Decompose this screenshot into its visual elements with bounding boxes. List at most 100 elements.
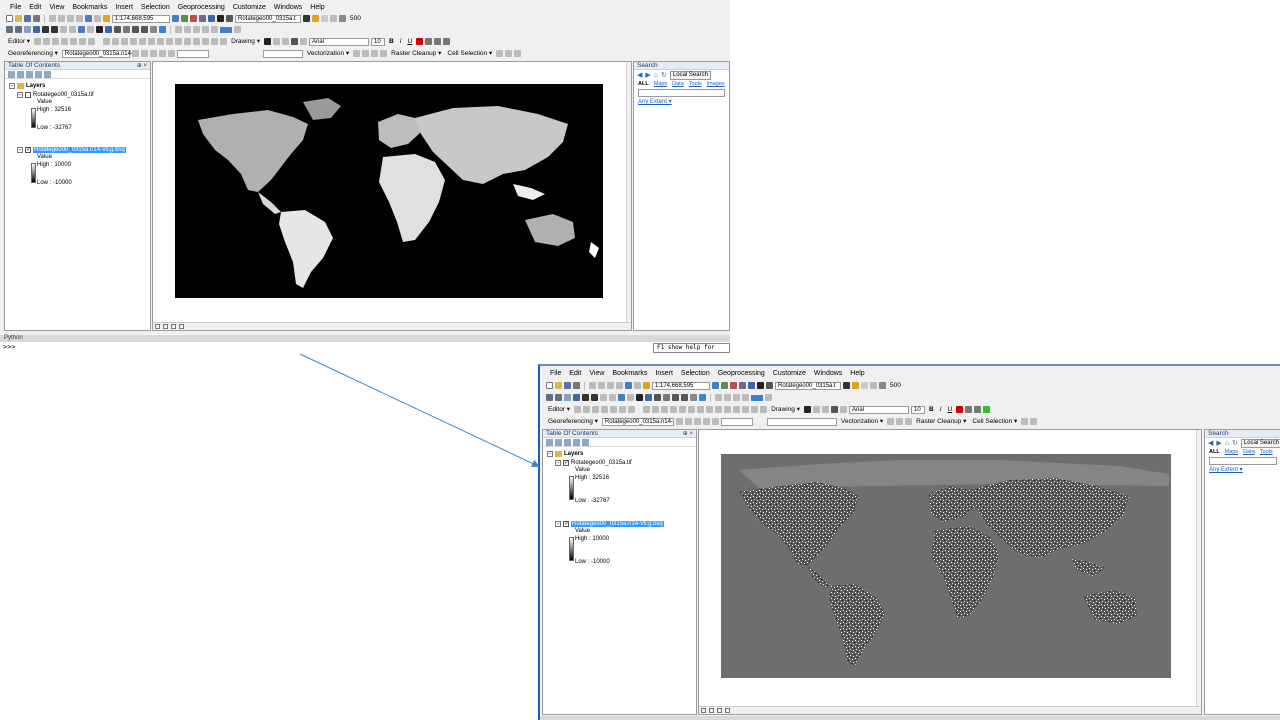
georef-dropdown-field[interactable] bbox=[262, 49, 303, 58]
vectorization-tool-3-icon[interactable] bbox=[371, 50, 379, 57]
identify-icon[interactable] bbox=[105, 26, 112, 33]
fixed-zoom-out-icon[interactable] bbox=[591, 394, 598, 401]
georef-rotate-2-icon[interactable] bbox=[131, 50, 139, 57]
menu-geoprocessing[interactable]: Geoprocessing bbox=[714, 368, 769, 379]
fill-color-swatch[interactable] bbox=[220, 26, 232, 33]
refresh-icon[interactable] bbox=[717, 708, 722, 713]
georef-layer-select[interactable]: Rotategeo00_0315a.n14- bbox=[61, 49, 133, 58]
font-color-icon[interactable] bbox=[416, 38, 424, 45]
map-view-before[interactable] bbox=[152, 61, 632, 331]
raster-tool-7-icon[interactable] bbox=[742, 406, 750, 413]
zoom-in-icon[interactable] bbox=[546, 394, 553, 401]
refresh-search-icon[interactable]: ↻ bbox=[661, 71, 667, 79]
attributes-icon[interactable] bbox=[70, 38, 78, 45]
font-name-select[interactable]: Arial bbox=[308, 37, 369, 46]
undo-icon[interactable] bbox=[625, 382, 632, 389]
rotate-icon[interactable] bbox=[272, 38, 280, 45]
list-by-drawing-order-icon[interactable] bbox=[546, 439, 553, 446]
add-data-icon[interactable] bbox=[103, 15, 110, 22]
cell-selection-tool-3-icon[interactable] bbox=[514, 50, 522, 57]
menu-file[interactable]: File bbox=[6, 2, 25, 13]
html-popup-icon[interactable] bbox=[681, 394, 688, 401]
measure-icon[interactable] bbox=[123, 26, 130, 33]
editor-menu-button[interactable]: Editor ▾ bbox=[546, 406, 572, 414]
bold-button[interactable]: B bbox=[387, 38, 396, 46]
menu-windows[interactable]: Windows bbox=[810, 368, 846, 379]
layers-root-row[interactable]: − Layers bbox=[547, 449, 692, 458]
layer-row-tif[interactable]: − ✓ Rotategeo00_0315a.tif bbox=[547, 458, 692, 467]
collapse-icon[interactable]: − bbox=[9, 82, 15, 89]
measure-icon[interactable] bbox=[663, 394, 670, 401]
go-to-xy-icon[interactable] bbox=[175, 26, 182, 33]
forward-arrow-icon[interactable]: ▶ bbox=[645, 71, 650, 79]
paste-icon[interactable] bbox=[607, 382, 614, 389]
text-icon[interactable] bbox=[830, 406, 838, 413]
swipe-icon[interactable] bbox=[330, 15, 337, 22]
editor-toolbar-icon[interactable] bbox=[172, 15, 179, 22]
back-arrow-icon[interactable]: ◀ bbox=[637, 71, 642, 79]
open-attribute-icon[interactable] bbox=[724, 394, 731, 401]
layer-name-selected[interactable]: Rotategeo00_0315a.n14-VEg.bsq bbox=[33, 146, 126, 153]
print-icon[interactable] bbox=[33, 15, 40, 22]
catalog-window-icon[interactable] bbox=[730, 382, 737, 389]
menu-help[interactable]: Help bbox=[846, 368, 868, 379]
fill-color-icon[interactable] bbox=[965, 406, 973, 413]
forward-extent-icon[interactable] bbox=[69, 26, 76, 33]
brightness-icon[interactable] bbox=[852, 382, 859, 389]
hyperlink-icon[interactable] bbox=[132, 26, 139, 33]
tab-images[interactable]: Images bbox=[707, 81, 725, 87]
raster-tool-2-icon[interactable] bbox=[697, 406, 705, 413]
georef-value-field[interactable] bbox=[176, 49, 209, 58]
layout-view-icon[interactable] bbox=[709, 708, 714, 713]
flicker-icon[interactable] bbox=[879, 382, 886, 389]
any-extent-dropdown[interactable]: Any Extent ▾ bbox=[1205, 466, 1280, 473]
tab-maps[interactable]: Maps bbox=[1225, 449, 1238, 455]
raster-tool-8-icon[interactable] bbox=[751, 406, 759, 413]
select-elements-draw-icon[interactable] bbox=[803, 406, 811, 413]
vectorization-menu-button[interactable]: Vectorization ▾ bbox=[305, 50, 351, 58]
vectorization-tool-3-icon[interactable] bbox=[905, 418, 913, 425]
font-size-select[interactable]: 10 bbox=[370, 37, 385, 46]
forward-extent-icon[interactable] bbox=[609, 394, 616, 401]
raster-tool-icon[interactable] bbox=[148, 38, 156, 45]
local-search-button[interactable]: Local Search bbox=[669, 70, 711, 80]
raster-tool-2-icon[interactable] bbox=[157, 38, 165, 45]
any-extent-dropdown[interactable]: Any Extent ▾ bbox=[634, 98, 729, 105]
georef-layer-select[interactable]: Rotategeo00_0315a.n14- bbox=[601, 417, 674, 426]
print-icon[interactable] bbox=[573, 382, 580, 389]
italic-button[interactable]: I bbox=[398, 38, 404, 46]
menu-view[interactable]: View bbox=[45, 2, 68, 13]
tab-data[interactable]: Data bbox=[1243, 449, 1255, 455]
rotate-icon[interactable] bbox=[812, 406, 820, 413]
layer-name-selected[interactable]: Rotategeo00_0315a.n14-VEg.bsq bbox=[571, 520, 664, 527]
raster-tool-5-icon[interactable] bbox=[184, 38, 192, 45]
underline-button[interactable]: U bbox=[946, 406, 955, 414]
georef-rotate-icon[interactable] bbox=[103, 38, 111, 45]
raster-tool-6-icon[interactable] bbox=[193, 38, 201, 45]
search-window-icon[interactable] bbox=[739, 382, 746, 389]
drawing-menu-button[interactable]: Drawing ▾ bbox=[769, 406, 802, 414]
toc-options-icon[interactable] bbox=[44, 71, 51, 78]
layer-row-bsq[interactable]: − ✓ Rotategeo00_0315a.n14-VEg.bsq bbox=[547, 519, 692, 528]
georef-scale-2-icon[interactable] bbox=[693, 418, 701, 425]
select-elements-icon[interactable] bbox=[96, 26, 103, 33]
layers-root-row[interactable]: − Layers bbox=[9, 81, 146, 90]
georef-shift-icon[interactable] bbox=[652, 406, 660, 413]
refresh-search-icon[interactable]: ↻ bbox=[1232, 439, 1238, 447]
sketch-properties-icon[interactable] bbox=[79, 38, 87, 45]
list-by-visibility-icon[interactable] bbox=[26, 71, 33, 78]
python-window-icon[interactable] bbox=[757, 382, 764, 389]
georef-tool-icon[interactable] bbox=[733, 394, 740, 401]
rectangle-icon[interactable] bbox=[821, 406, 829, 413]
tab-all[interactable]: ALL bbox=[638, 81, 649, 87]
dropdown-arrow-icon[interactable] bbox=[234, 26, 241, 33]
delete-icon[interactable] bbox=[616, 382, 623, 389]
vectorization-tool-2-icon[interactable] bbox=[362, 50, 370, 57]
local-search-button[interactable]: Local Search bbox=[1240, 438, 1280, 448]
cell-selection-menu-button[interactable]: Cell Selection ▾ bbox=[445, 50, 494, 58]
add-data-icon[interactable] bbox=[643, 382, 650, 389]
cell-selection-tool-2-icon[interactable] bbox=[505, 50, 513, 57]
select-features-icon[interactable] bbox=[78, 26, 85, 33]
model-builder-icon[interactable] bbox=[766, 382, 773, 389]
fill-color-icon[interactable] bbox=[425, 38, 433, 45]
